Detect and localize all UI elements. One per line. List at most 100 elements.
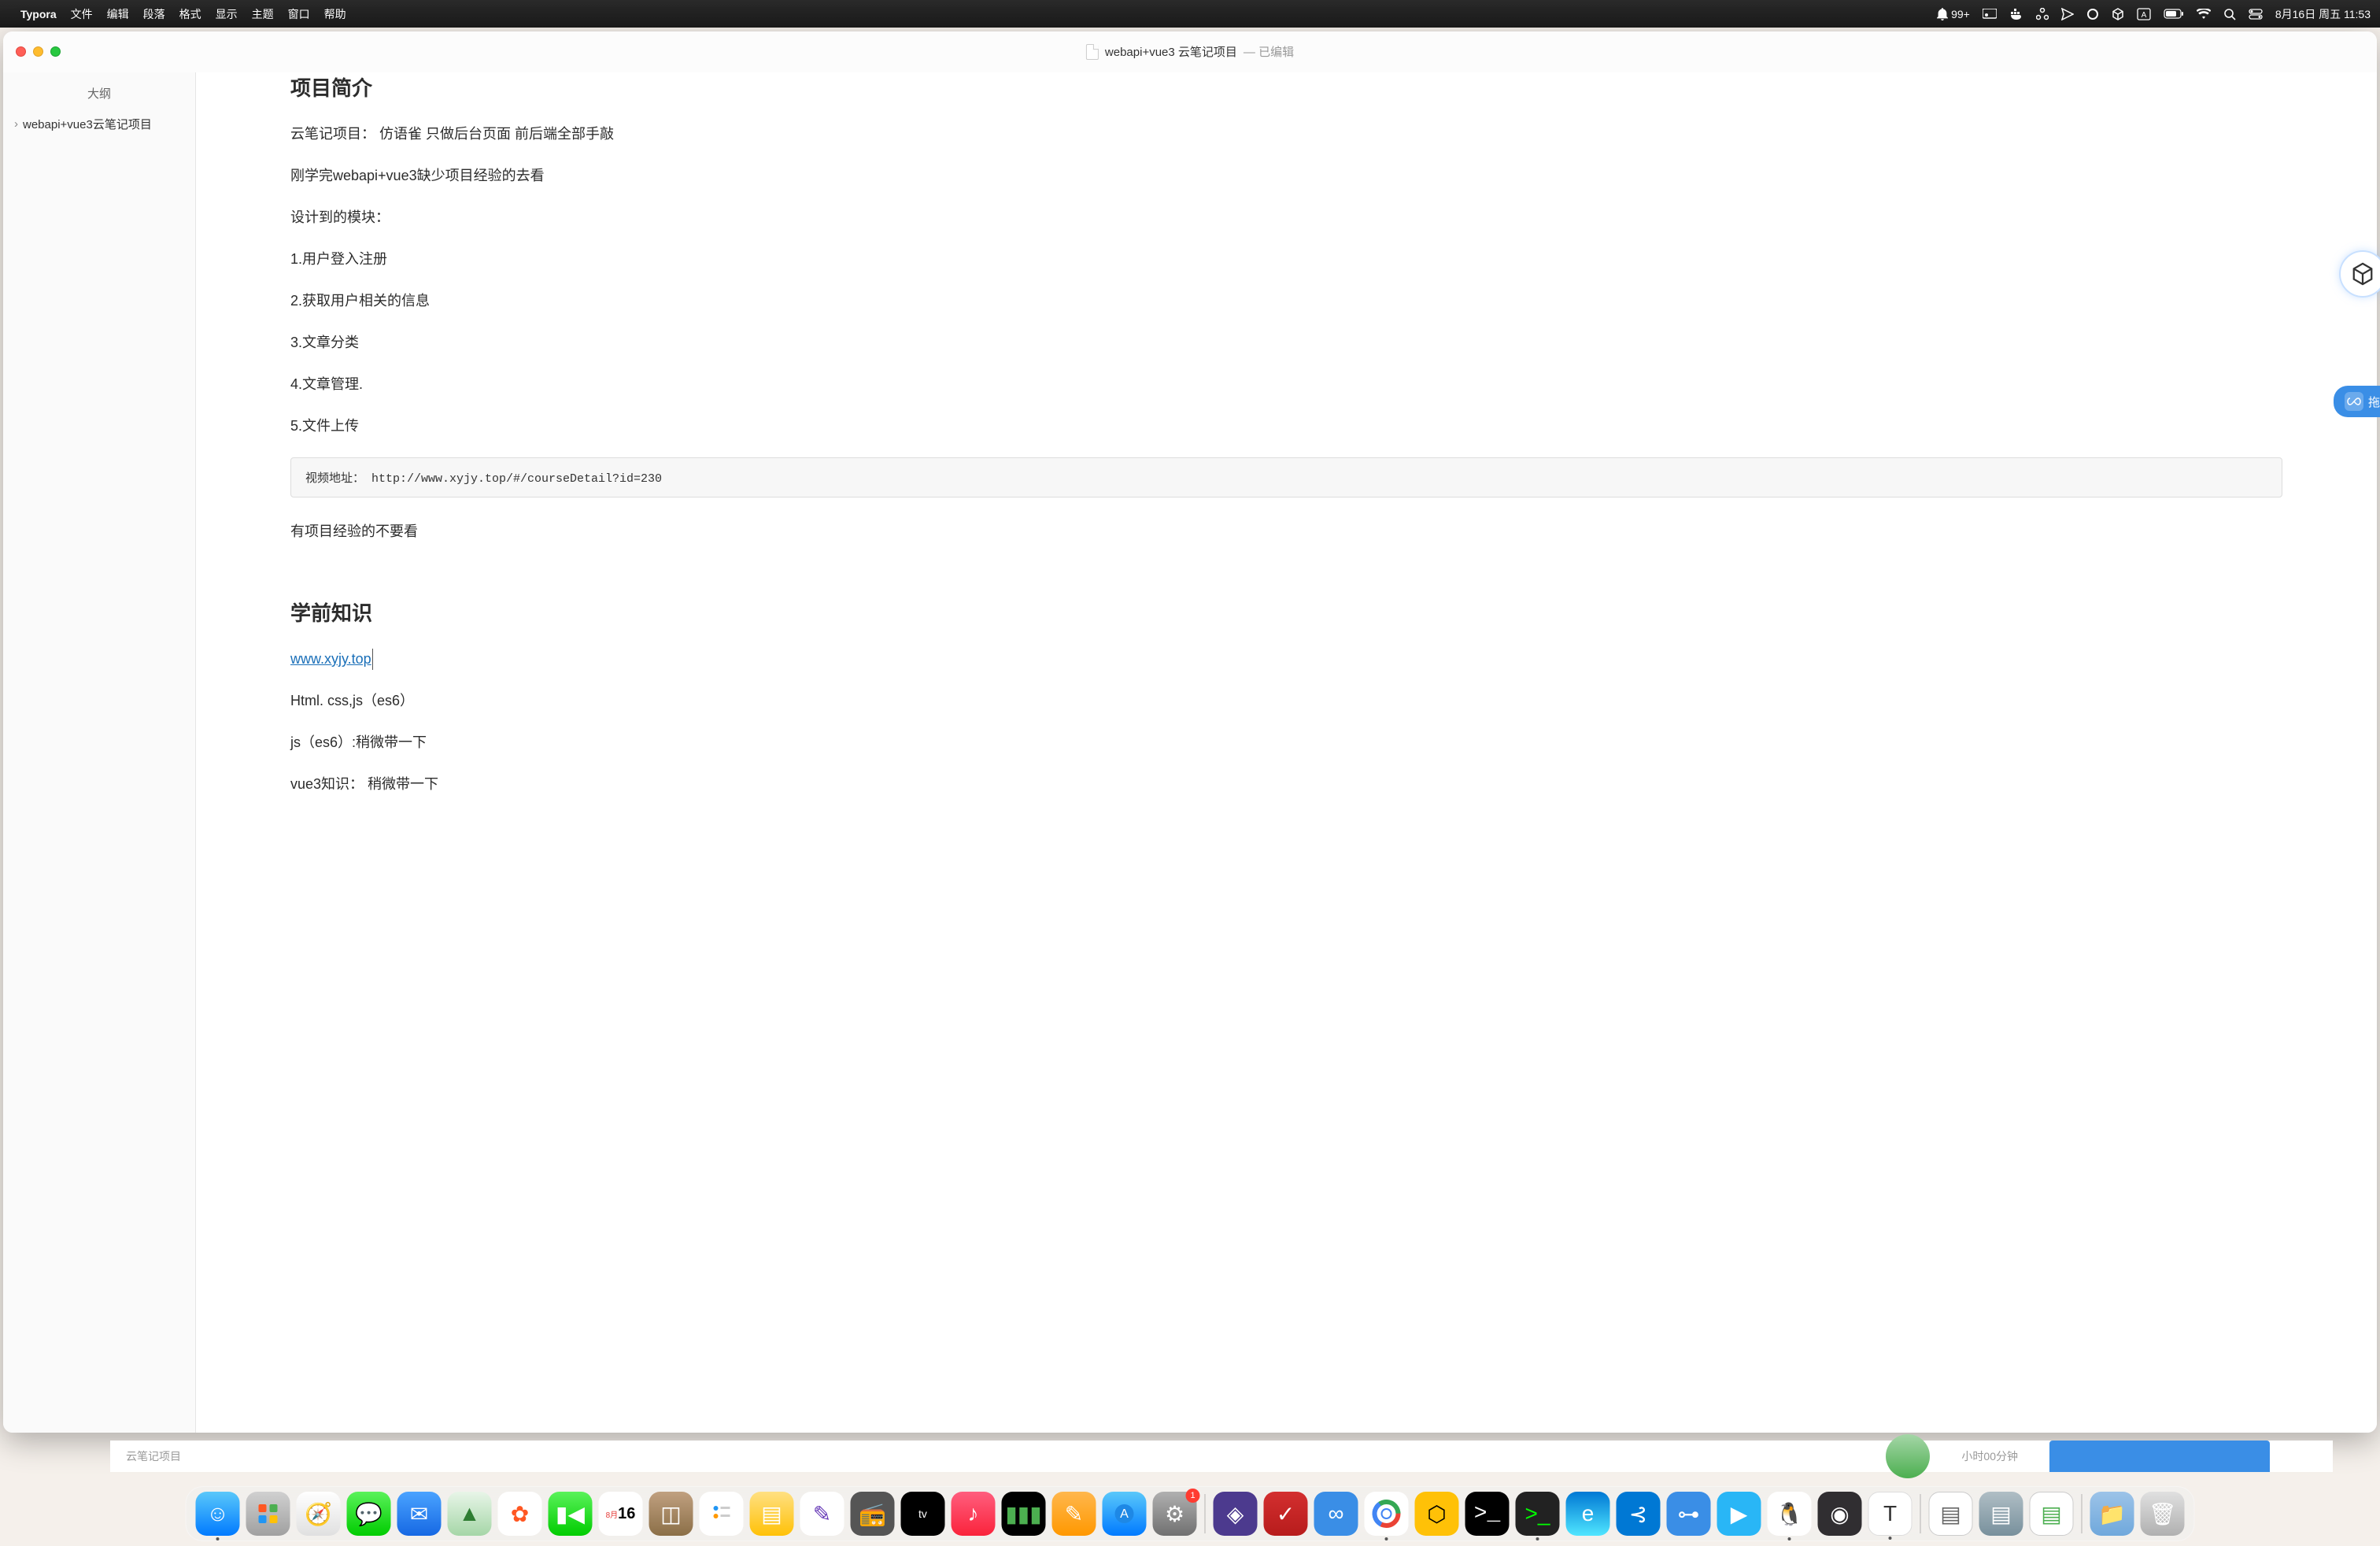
dock-edge[interactable]: e xyxy=(1566,1492,1610,1536)
code-block[interactable]: 视频地址： http://www.xyjy.top/#/courseDetail… xyxy=(290,457,2282,497)
circle-icon[interactable] xyxy=(2086,8,2099,20)
dock-separator xyxy=(1920,1494,1921,1533)
dock-vscode[interactable]: ⊰ xyxy=(1617,1492,1661,1536)
dock-pages[interactable]: ✎ xyxy=(1052,1492,1096,1536)
datetime-label[interactable]: 8月16日 周五 11:53 xyxy=(2275,6,2371,22)
battery-icon[interactable] xyxy=(2164,9,2184,19)
display-icon[interactable] xyxy=(1983,9,1997,20)
dock-facetime[interactable]: ▮◀ xyxy=(549,1492,593,1536)
paragraph[interactable]: 5.文件上传 xyxy=(290,416,2282,437)
document-icon xyxy=(1086,44,1099,60)
input-method-icon[interactable]: A xyxy=(2137,8,2151,20)
dock-downloads[interactable]: 📁 xyxy=(2090,1492,2134,1536)
outline-sidebar: 大纲 › webapi+vue3云笔记项目 xyxy=(3,72,196,1433)
bg-avatar xyxy=(1886,1434,1930,1478)
minimize-window-button[interactable] xyxy=(33,46,43,57)
drag-tab-label: 拖 xyxy=(2368,394,2380,410)
dock-maps[interactable]: ▲ xyxy=(448,1492,492,1536)
paragraph[interactable]: 4.文章管理. xyxy=(290,374,2282,395)
menu-help[interactable]: 帮助 xyxy=(324,6,346,22)
dock-todoist[interactable]: ✓ xyxy=(1264,1492,1308,1536)
dock-settings[interactable]: ⚙1 xyxy=(1153,1492,1197,1536)
dock-photos[interactable]: ✿ xyxy=(498,1492,542,1536)
floating-drag-tab[interactable]: 拖 xyxy=(2334,386,2380,417)
dock-iterm[interactable]: >_ xyxy=(1516,1492,1560,1536)
spotlight-icon[interactable] xyxy=(2223,8,2236,20)
paragraph[interactable]: 2.获取用户相关的信息 xyxy=(290,290,2282,312)
outline-item-root[interactable]: › webapi+vue3云笔记项目 xyxy=(3,113,195,135)
paragraph[interactable]: js（es6）:稍微带一下 xyxy=(290,732,2282,753)
background-window-strip: 云笔记项目 小时00分钟 xyxy=(110,1441,2333,1472)
editor-area[interactable]: 项目简介 云笔记项目： 仿语雀 只做后台页面 前后端全部手敲 刚学完webapi… xyxy=(196,72,2377,1433)
heading-intro[interactable]: 项目简介 xyxy=(290,72,2282,102)
paragraph[interactable]: 1.用户登入注册 xyxy=(290,249,2282,270)
dock-feishu[interactable]: ▶ xyxy=(1717,1492,1761,1536)
svg-text:A: A xyxy=(2142,11,2147,20)
menu-view[interactable]: 显示 xyxy=(216,6,238,22)
bg-timer-text: 小时00分钟 xyxy=(1961,1448,2018,1464)
paragraph[interactable]: 设计到的模块： xyxy=(290,207,2282,228)
dock-freeform[interactable]: ✎ xyxy=(800,1492,844,1536)
dock-obsidian[interactable]: ◈ xyxy=(1214,1492,1258,1536)
dock-zed[interactable]: ⬡ xyxy=(1415,1492,1459,1536)
dock-reminders[interactable] xyxy=(700,1492,744,1536)
docker-icon[interactable] xyxy=(2009,9,2023,20)
menu-file[interactable]: 文件 xyxy=(71,6,93,22)
dock-tv[interactable]: tv xyxy=(901,1492,945,1536)
notification-icon[interactable]: 99+ xyxy=(1937,8,1970,20)
menu-edit[interactable]: 编辑 xyxy=(107,6,129,22)
menu-format[interactable]: 格式 xyxy=(179,6,201,22)
link-xyjy[interactable]: www.xyjy.top xyxy=(290,649,373,670)
dock-chrome[interactable] xyxy=(1365,1492,1409,1536)
control-center-icon[interactable] xyxy=(2249,9,2263,20)
bg-window-text: 云笔记项目 xyxy=(126,1448,181,1464)
dock-recent-doc1[interactable]: ▤ xyxy=(1929,1492,1973,1536)
menu-window[interactable]: 窗口 xyxy=(288,6,310,22)
macos-dock: ☺ 🧭 💬 ✉ ▲ ✿ ▮◀ 8月16 ◫ ▤ ✎ 📻 tv ♪ ▮▮▮ ✎ A… xyxy=(186,1486,2195,1541)
sidebar-title: 大纲 xyxy=(3,80,195,113)
dock-typora[interactable]: T xyxy=(1868,1492,1913,1536)
cube-icon[interactable] xyxy=(2112,8,2124,20)
outline-item-label: webapi+vue3云笔记项目 xyxy=(23,116,152,132)
dock-notes[interactable]: ▤ xyxy=(750,1492,794,1536)
document-title: webapi+vue3 云笔记项目 xyxy=(1105,43,1237,60)
paragraph[interactable]: Html. css,js（es6） xyxy=(290,690,2282,712)
paragraph[interactable]: 有项目经验的不要看 xyxy=(290,521,2282,542)
dock-separator xyxy=(1205,1494,1206,1533)
dock-music[interactable]: ♪ xyxy=(952,1492,996,1536)
dock-mindmap[interactable]: ⊶ xyxy=(1667,1492,1711,1536)
paragraph[interactable]: 刚学完webapi+vue3缺少项目经验的去看 xyxy=(290,165,2282,187)
dock-messages[interactable]: 💬 xyxy=(347,1492,391,1536)
menu-paragraph[interactable]: 段落 xyxy=(143,6,165,22)
paragraph[interactable]: 3.文章分类 xyxy=(290,332,2282,353)
heading-prereq[interactable]: 学前知识 xyxy=(290,597,2282,627)
dock-podcasts[interactable]: 📻 xyxy=(851,1492,895,1536)
maximize-window-button[interactable] xyxy=(50,46,61,57)
wifi-icon[interactable] xyxy=(2197,9,2211,19)
dock-safari[interactable]: 🧭 xyxy=(297,1492,341,1536)
send-icon[interactable] xyxy=(2061,8,2074,20)
dock-finder[interactable]: ☺ xyxy=(196,1492,240,1536)
dock-mail[interactable]: ✉ xyxy=(397,1492,442,1536)
dock-launchpad[interactable] xyxy=(246,1492,290,1536)
dock-appstore[interactable]: A xyxy=(1103,1492,1147,1536)
dock-recent-doc3[interactable]: ▤ xyxy=(2030,1492,2074,1536)
close-window-button[interactable] xyxy=(16,46,26,57)
paragraph[interactable]: vue3知识： 稍微带一下 xyxy=(290,774,2282,795)
app-name-label[interactable]: Typora xyxy=(20,8,57,20)
paragraph[interactable]: 云笔记项目： 仿语雀 只做后台页面 前后端全部手敲 xyxy=(290,124,2282,145)
dock-qq[interactable]: 🐧 xyxy=(1768,1492,1812,1536)
dock-trash[interactable]: 🗑 xyxy=(2141,1492,2185,1536)
dock-calendar[interactable]: 8月16 xyxy=(599,1492,643,1536)
infinity-icon xyxy=(2345,392,2363,411)
dock-obs[interactable]: ◉ xyxy=(1818,1492,1862,1536)
dock-recent-doc2[interactable]: ▤ xyxy=(1979,1492,2023,1536)
dock-contacts[interactable]: ◫ xyxy=(649,1492,693,1536)
dock-numbers[interactable]: ▮▮▮ xyxy=(1002,1492,1046,1536)
dock-terminal[interactable]: >_ xyxy=(1465,1492,1510,1536)
menu-theme[interactable]: 主题 xyxy=(252,6,274,22)
dock-baidupan[interactable]: ∞ xyxy=(1314,1492,1358,1536)
floating-cube-widget[interactable] xyxy=(2341,252,2380,296)
paragraph-link[interactable]: www.xyjy.top xyxy=(290,649,2282,670)
cluster-icon[interactable] xyxy=(2036,8,2049,20)
